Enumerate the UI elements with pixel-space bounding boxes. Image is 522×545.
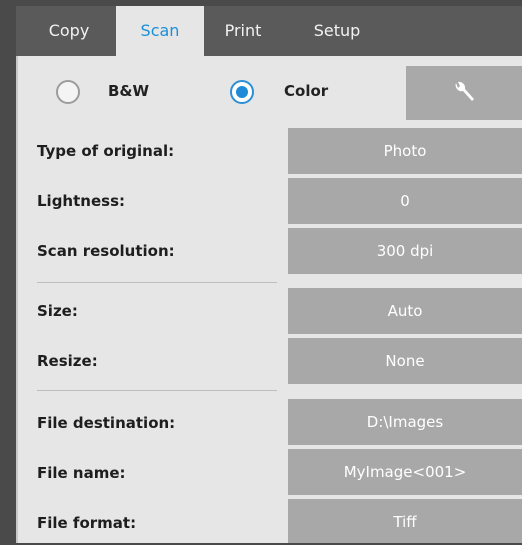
divider xyxy=(37,390,277,391)
color-radio[interactable] xyxy=(230,80,254,104)
scan-resolution-label: Scan resolution: xyxy=(37,242,175,260)
color-label[interactable]: Color xyxy=(284,82,328,100)
tab-print[interactable]: Print xyxy=(204,6,282,56)
scan-resolution-button[interactable]: 300 dpi xyxy=(288,228,522,274)
file-destination-label: File destination: xyxy=(37,414,176,432)
file-format-button[interactable]: Tiff xyxy=(288,499,522,543)
size-label: Size: xyxy=(37,302,78,320)
bw-radio[interactable] xyxy=(56,80,80,104)
divider xyxy=(37,282,277,283)
tab-scan[interactable]: Scan xyxy=(116,6,204,56)
file-name-label: File name: xyxy=(37,464,126,482)
lightness-button[interactable]: 0 xyxy=(288,178,522,224)
tab-bar: Copy Scan Print Setup xyxy=(16,6,522,56)
type-of-original-button[interactable]: Photo xyxy=(288,128,522,174)
file-name-button[interactable]: MyImage<001> xyxy=(288,449,522,495)
file-destination-button[interactable]: D:\Images xyxy=(288,399,522,445)
type-of-original-label: Type of original: xyxy=(37,142,175,160)
lightness-label: Lightness: xyxy=(37,192,125,210)
tab-copy[interactable]: Copy xyxy=(22,6,116,56)
size-button[interactable]: Auto xyxy=(288,288,522,334)
settings-tool-button[interactable] xyxy=(406,66,522,120)
wrench-icon xyxy=(455,81,474,101)
tab-setup[interactable]: Setup xyxy=(290,6,384,56)
bw-label[interactable]: B&W xyxy=(108,82,149,100)
file-format-label: File format: xyxy=(37,514,137,532)
resize-label: Resize: xyxy=(37,352,98,370)
resize-button[interactable]: None xyxy=(288,338,522,384)
